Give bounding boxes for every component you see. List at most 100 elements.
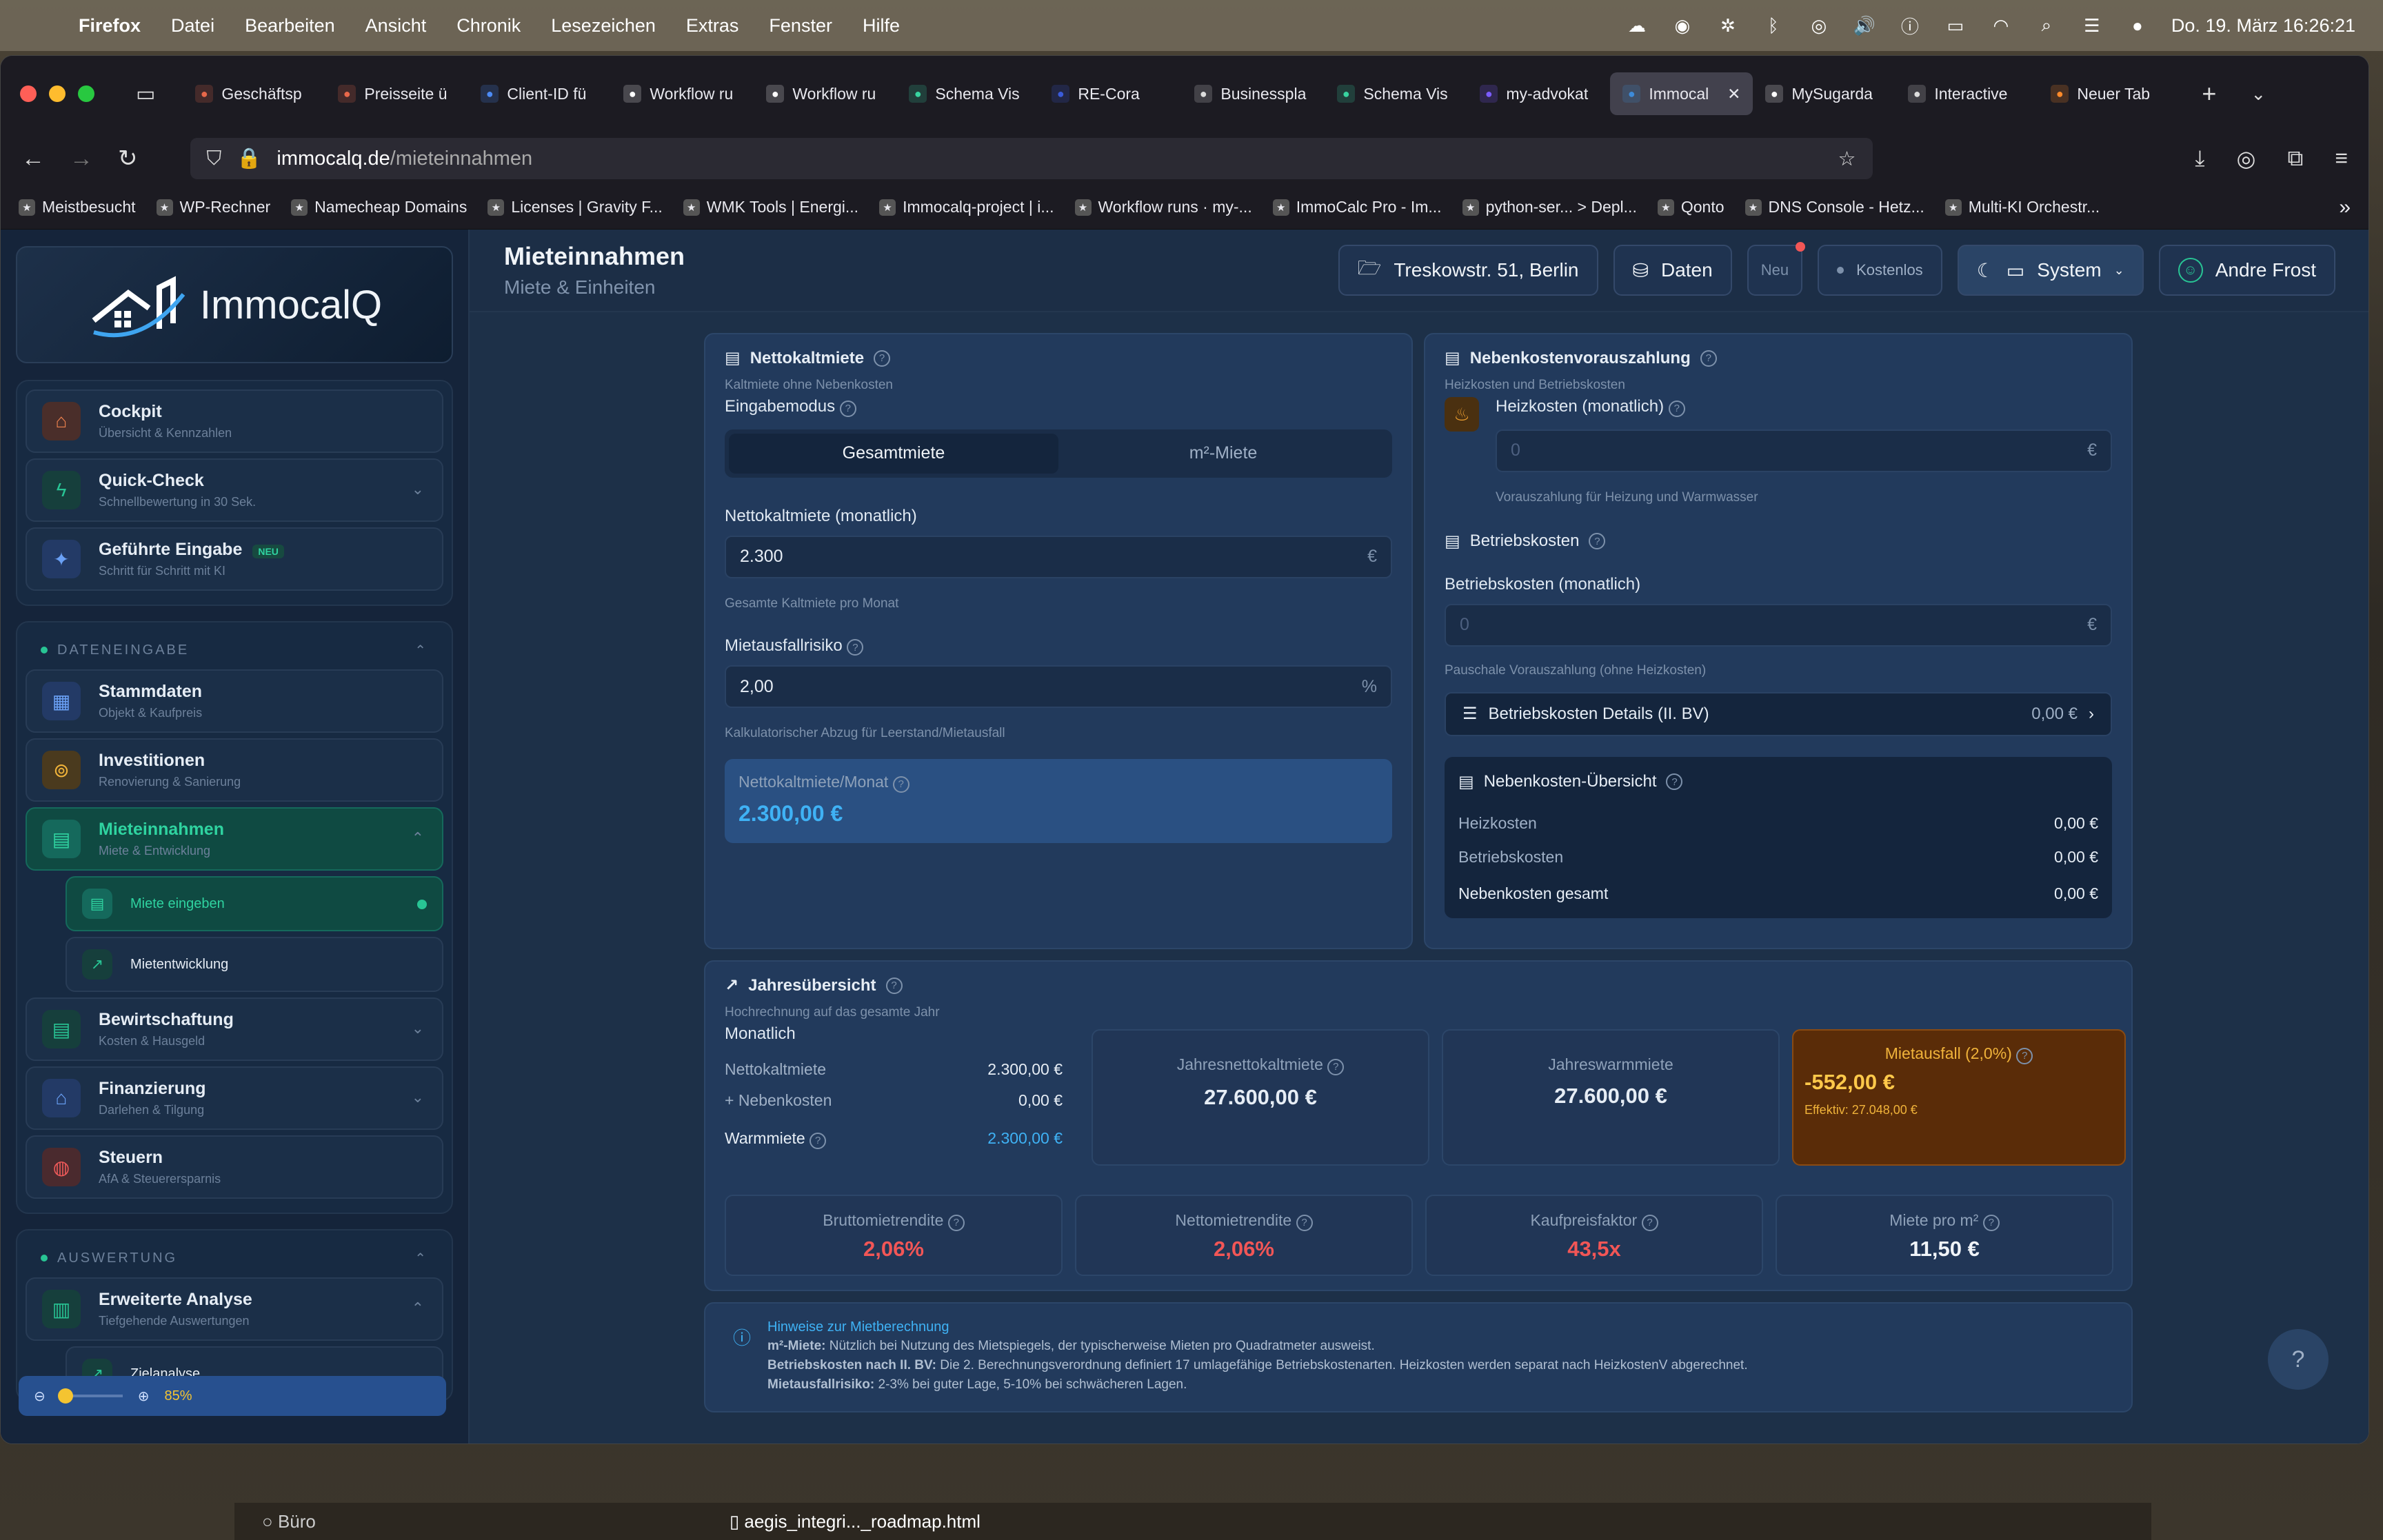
browser-tab[interactable]: ● Workflow ru: [611, 72, 754, 115]
extensions-icon[interactable]: ⧉: [2287, 145, 2303, 172]
browser-tab[interactable]: ● Neuer Tab: [2038, 72, 2181, 115]
tab-list-icon[interactable]: ⌄: [2251, 83, 2266, 105]
browser-tab[interactable]: ● Schema Vis: [1325, 72, 1467, 115]
sidebar-subitem-miete-eingeben[interactable]: ▤ Miete eingeben: [66, 876, 443, 931]
help-icon[interactable]: ?: [1589, 533, 1606, 549]
menu-lesezeichen[interactable]: Lesezeichen: [551, 15, 656, 37]
help-icon[interactable]: ?: [1641, 1214, 1658, 1231]
app-menu-icon[interactable]: ≡: [2335, 145, 2348, 172]
info-icon[interactable]: ⓘ: [1898, 15, 1922, 37]
help-icon[interactable]: ?: [874, 349, 891, 367]
bluetooth-icon[interactable]: ᛒ: [1762, 15, 1785, 36]
bookmark-item[interactable]: ★ ImmoCalc Pro - Im...: [1272, 198, 1442, 216]
sidebar-item-quick-check[interactable]: ϟ Quick-Check Schnellbewertung in 30 Sek.…: [26, 458, 443, 522]
cloud-icon[interactable]: ☁: [1625, 15, 1649, 36]
sidebar-item-steuern[interactable]: ◍ Steuern AfA & Steuerersparnis: [26, 1135, 443, 1199]
section-header-dateneingabe[interactable]: DATENEINGABE ⌃: [26, 631, 443, 669]
zoom-out-icon[interactable]: ⊖: [34, 1388, 46, 1405]
menu-fenster[interactable]: Fenster: [769, 15, 832, 37]
chevron-down-icon[interactable]: ⌄: [412, 1088, 424, 1106]
sidebar-item-cockpit[interactable]: ⌂ Cockpit Übersicht & Kennzahlen: [26, 389, 443, 453]
rent-input[interactable]: 2.300 €: [725, 535, 1392, 578]
section-header-auswertung[interactable]: AUSWERTUNG ⌃: [26, 1239, 443, 1277]
browser-tab[interactable]: ● Interactive: [1896, 72, 2038, 115]
dock-file[interactable]: ▯ aegis_integri..._roadmap.html: [730, 1511, 981, 1532]
search-icon[interactable]: ⌕: [2035, 14, 2058, 36]
help-icon[interactable]: ?: [885, 977, 903, 994]
bookmark-star-icon[interactable]: ☆: [1838, 147, 1856, 171]
menu-chronik[interactable]: Chronik: [456, 15, 521, 37]
app-logo[interactable]: ImmocalQ: [16, 246, 453, 363]
browser-tab[interactable]: ● Client-ID fü: [468, 72, 611, 115]
volume-icon[interactable]: 🔊: [1853, 15, 1876, 36]
menu-hilfe[interactable]: Hilfe: [863, 15, 900, 37]
bookmark-item[interactable]: ★ Qonto: [1657, 198, 1725, 216]
control-center-icon[interactable]: ☰: [2080, 15, 2104, 36]
bookmark-item[interactable]: ★ DNS Console - Hetz...: [1744, 198, 1924, 216]
chevron-up-icon[interactable]: ⌃: [412, 1299, 424, 1317]
sidebar-item-investitionen[interactable]: ⊚ Investitionen Renovierung & Sanierung: [26, 738, 443, 802]
bookmarks-overflow-icon[interactable]: »: [2339, 196, 2351, 219]
bookmark-item[interactable]: ★ WP-Rechner: [156, 198, 270, 216]
help-icon[interactable]: ?: [947, 1214, 965, 1231]
account-icon[interactable]: ◎: [2237, 145, 2256, 172]
dock-folder[interactable]: ○ Büro: [262, 1511, 316, 1532]
menu-extras[interactable]: Extras: [686, 15, 739, 37]
help-icon[interactable]: ?: [1668, 400, 1685, 417]
mode-gesamtmiete[interactable]: Gesamtmiete: [729, 433, 1058, 474]
zoom-slider-knob[interactable]: [57, 1388, 73, 1404]
menu-app-name[interactable]: Firefox: [79, 15, 141, 37]
property-select-button[interactable]: 🗁 Treskowstr. 51, Berlin: [1338, 245, 1598, 296]
menu-bearbeiten[interactable]: Bearbeiten: [245, 15, 335, 37]
plan-badge[interactable]: Kostenlos: [1818, 245, 1942, 296]
bookmark-item[interactable]: ★ Meistbesucht: [19, 198, 136, 216]
sidebar-item-erweiterte-analyse[interactable]: ▥ Erweiterte Analyse Tiefgehende Auswertu…: [26, 1277, 443, 1341]
sidebar-item-finanzierung[interactable]: ⌂ Finanzierung Darlehen & Tilgung ⌄: [26, 1066, 443, 1130]
browser-tab[interactable]: ● RE-Cora: [1039, 72, 1182, 115]
betr-input[interactable]: 0 €: [1445, 603, 2112, 647]
theme-select-button[interactable]: ☾ ▭ System ⌄: [1957, 245, 2144, 296]
betr-details-button[interactable]: ☰ Betriebskosten Details (II. BV) 0,00 € ›: [1445, 691, 2112, 736]
help-icon[interactable]: ?: [839, 400, 856, 417]
user-circle-icon[interactable]: ◎: [1807, 15, 1831, 36]
mode-qm-miete[interactable]: m²-Miete: [1058, 434, 1388, 474]
zoom-in-icon[interactable]: ⊕: [138, 1388, 150, 1405]
chevron-up-icon[interactable]: ⌃: [412, 829, 424, 847]
sidebar-item-bewirtschaftung[interactable]: ▤ Bewirtschaftung Kosten & Hausgeld ⌄: [26, 997, 443, 1061]
forward-icon[interactable]: →: [70, 145, 93, 172]
browser-tab[interactable]: ● Geschäftsp: [183, 72, 325, 115]
bookmark-item[interactable]: ★ Licenses | Gravity F...: [487, 198, 663, 216]
wifi-icon[interactable]: ◠: [1989, 15, 2013, 36]
minimize-window-button[interactable]: [49, 85, 66, 102]
bookmark-item[interactable]: ★ Immocalq-project | i...: [879, 198, 1054, 216]
chevron-up-icon[interactable]: ⌃: [414, 1250, 428, 1267]
help-icon[interactable]: ?: [1700, 349, 1717, 367]
chevron-down-icon[interactable]: ⌄: [412, 480, 424, 498]
data-button[interactable]: ⛁ Daten: [1613, 245, 1732, 296]
browser-tab[interactable]: ● my-advokat: [1467, 72, 1610, 115]
help-icon[interactable]: ?: [810, 1132, 827, 1149]
shield-icon[interactable]: ◉: [1671, 15, 1694, 36]
sidebar-subitem-mietentwicklung[interactable]: ↗ Mietentwicklung: [66, 937, 443, 992]
menu-datei[interactable]: Datei: [171, 15, 214, 37]
menubar-clock[interactable]: Do. 19. März 16:26:21: [2171, 15, 2355, 37]
browser-tab[interactable]: ● Immocal ✕: [1610, 72, 1753, 115]
new-tab-icon[interactable]: +: [2202, 79, 2216, 108]
chevron-down-icon[interactable]: ⌄: [412, 1020, 424, 1037]
zoom-slider[interactable]: [57, 1388, 123, 1404]
help-icon[interactable]: ?: [1666, 773, 1683, 790]
siri-icon[interactable]: ●: [2126, 15, 2149, 36]
tab-overview-icon[interactable]: ▭: [136, 82, 155, 106]
sidebar-item-guided-input[interactable]: ✦ Geführte Eingabe NEU Schritt für Schrit…: [26, 527, 443, 591]
menu-ansicht[interactable]: Ansicht: [365, 15, 427, 37]
bookmark-item[interactable]: ★ python-ser... > Depl...: [1462, 198, 1637, 216]
reload-icon[interactable]: ↻: [118, 145, 138, 172]
tracking-shield-icon[interactable]: ⛉: [207, 148, 222, 170]
user-menu-button[interactable]: ☺ Andre Frost: [2158, 245, 2335, 296]
download-icon[interactable]: ⤓: [2195, 145, 2204, 172]
close-tab-icon[interactable]: ✕: [1727, 85, 1740, 103]
back-icon[interactable]: ←: [21, 145, 45, 172]
help-icon[interactable]: ?: [1296, 1214, 1313, 1231]
browser-tab[interactable]: ● Schema Vis: [896, 72, 1039, 115]
help-icon[interactable]: ?: [1327, 1058, 1345, 1075]
